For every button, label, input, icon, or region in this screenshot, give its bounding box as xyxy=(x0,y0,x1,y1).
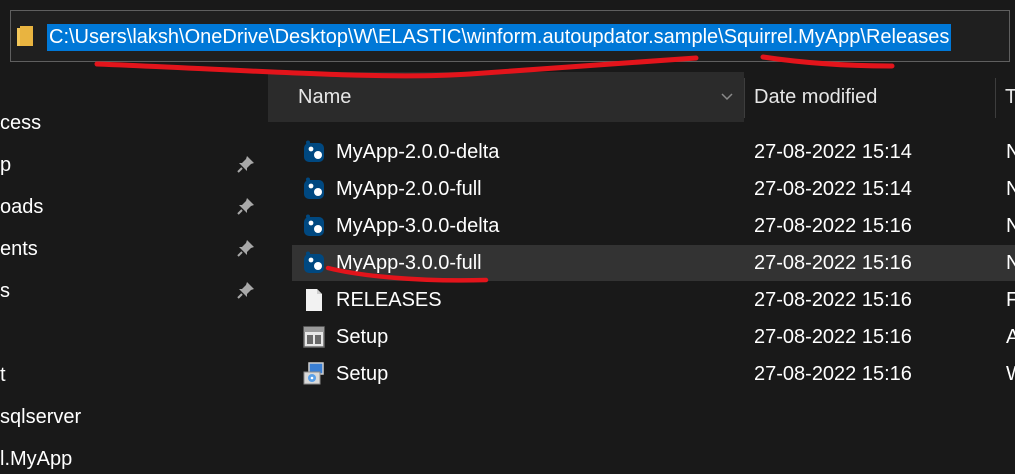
file-type: F xyxy=(1006,289,1015,311)
file-name: MyApp-2.0.0-delta xyxy=(336,141,500,163)
file-name: Setup xyxy=(336,326,389,348)
file-name: MyApp-2.0.0-full xyxy=(336,178,482,200)
file-name: MyApp-3.0.0-delta xyxy=(336,215,500,237)
nav-item-sqlserver[interactable]: sqlserver xyxy=(0,402,81,432)
file-name: RELEASES xyxy=(336,289,442,311)
file-type: N xyxy=(1006,178,1015,200)
file-name: MyApp-3.0.0-full xyxy=(336,252,482,274)
file-type: N xyxy=(1006,141,1015,163)
nuget-package-icon xyxy=(304,177,324,199)
column-header-name-label: Name xyxy=(298,86,352,108)
file-date: 27-08-2022 15:16 xyxy=(754,215,912,237)
nav-item-documents[interactable]: ents xyxy=(0,234,38,264)
application-icon xyxy=(303,326,325,348)
file-date: 27-08-2022 15:14 xyxy=(754,141,912,163)
column-divider[interactable] xyxy=(995,78,996,118)
file-row[interactable]: MyApp-3.0.0-delta 27-08-2022 15:16 N xyxy=(292,208,1015,244)
file-row[interactable]: Setup 27-08-2022 15:16 W xyxy=(292,356,1015,392)
file-type: N xyxy=(1006,252,1015,274)
address-bar-area: C:\Users\laksh\OneDrive\Desktop\W\ELASTI… xyxy=(0,0,1015,72)
file-date: 27-08-2022 15:16 xyxy=(754,289,912,311)
file-list-pane: Name Date modified T MyApp-2.0.0-delta 2… xyxy=(268,72,1015,467)
file-type: N xyxy=(1006,215,1015,237)
nav-item-desktop[interactable]: p xyxy=(0,150,11,180)
file-row[interactable]: MyApp-2.0.0-full 27-08-2022 15:14 N xyxy=(292,171,1015,207)
file-type: A xyxy=(1006,326,1015,348)
installer-icon xyxy=(303,362,324,385)
file-row[interactable]: RELEASES 27-08-2022 15:16 F xyxy=(292,282,1015,318)
column-header-row: Name Date modified T xyxy=(268,72,1015,122)
column-header-name[interactable]: Name xyxy=(268,72,744,122)
nuget-package-icon xyxy=(304,140,324,162)
file-icon xyxy=(306,289,322,311)
nuget-package-icon xyxy=(304,251,324,273)
chevron-down-icon[interactable] xyxy=(720,92,734,102)
nav-item-downloads[interactable]: oads xyxy=(0,192,43,222)
nav-item-folder[interactable]: t xyxy=(0,360,6,390)
pin-icon[interactable] xyxy=(236,238,256,258)
nav-item-quick-access[interactable]: cess xyxy=(0,108,41,138)
navigation-pane: cess p oads ents s t sqlserver l.MyApp xyxy=(0,72,262,470)
file-date: 27-08-2022 15:16 xyxy=(754,326,912,348)
file-row[interactable]: MyApp-2.0.0-delta 27-08-2022 15:14 N xyxy=(292,134,1015,170)
pin-icon[interactable] xyxy=(236,280,256,300)
file-type: W xyxy=(1006,361,1015,387)
nav-item-myapp[interactable]: l.MyApp xyxy=(0,444,72,474)
nuget-package-icon xyxy=(304,214,324,236)
file-date: 27-08-2022 15:14 xyxy=(754,178,912,200)
pin-icon[interactable] xyxy=(236,196,256,216)
file-name: Setup xyxy=(336,363,389,385)
address-path[interactable]: C:\Users\laksh\OneDrive\Desktop\W\ELASTI… xyxy=(47,24,952,51)
folder-icon xyxy=(17,26,33,46)
column-divider[interactable] xyxy=(744,78,745,118)
pin-icon[interactable] xyxy=(236,154,256,174)
column-header-date-modified[interactable]: Date modified xyxy=(754,86,877,109)
file-date: 27-08-2022 15:16 xyxy=(754,252,912,274)
file-date: 27-08-2022 15:16 xyxy=(754,363,912,385)
file-row[interactable]: Setup 27-08-2022 15:16 A xyxy=(292,319,1015,355)
column-header-type[interactable]: T xyxy=(1005,86,1015,109)
file-row-selected[interactable]: MyApp-3.0.0-full 27-08-2022 15:16 N xyxy=(292,245,1015,281)
nav-item-pictures[interactable]: s xyxy=(0,276,10,306)
